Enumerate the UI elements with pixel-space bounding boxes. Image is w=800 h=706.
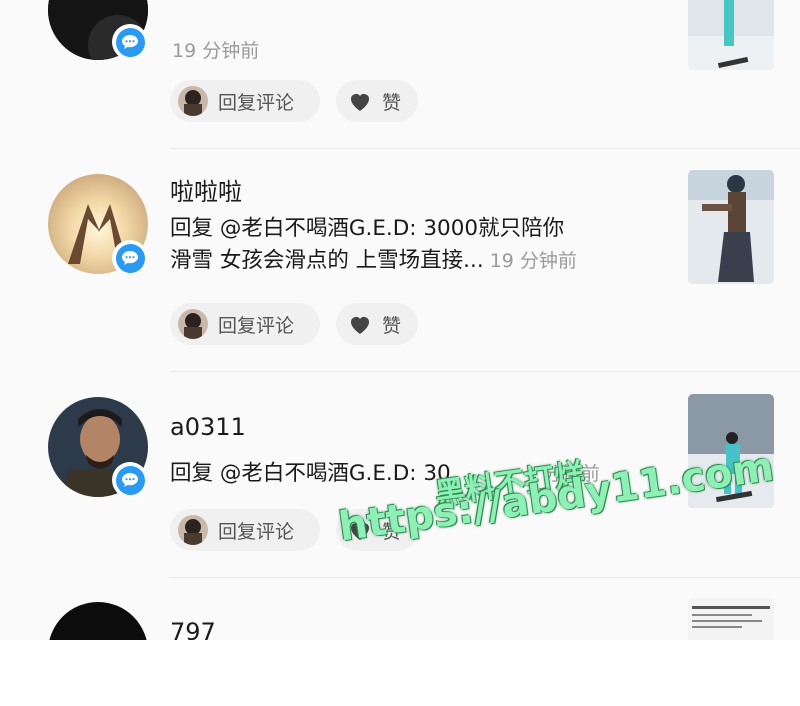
like-button[interactable]: 赞 (336, 303, 418, 345)
bottom-blank-area (0, 640, 800, 706)
comment-line: 回复 @老白不喝酒G.E.D: 3000就只陪你 (170, 216, 565, 241)
mini-avatar (178, 515, 208, 545)
comment-line: 滑雪 女孩会滑点的 上雪场直接... 19 分钟前 (170, 245, 670, 277)
message-badge (112, 240, 148, 276)
reply-comment-label: 回复评论 (218, 314, 295, 337)
comment-text[interactable]: 回复 @老白不喝酒G.E.D: 3000就只陪你 滑雪 女孩会滑点的 上雪场直接… (170, 213, 670, 277)
divider (170, 577, 800, 578)
chat-bubble-icon (122, 35, 138, 49)
reply-comment-button[interactable]: 回复评论 (170, 509, 320, 551)
video-thumbnail[interactable] (688, 598, 774, 640)
username[interactable]: 797 (170, 618, 216, 640)
comment-line-text: 滑雪 女孩会滑点的 上雪场直接... (170, 248, 484, 273)
reply-comment-label: 回复评论 (218, 91, 295, 114)
mini-avatar (178, 309, 208, 339)
comment-line-text: 回复 @老白不喝酒G.E.D: 30 (170, 461, 451, 486)
heart-icon (351, 94, 369, 111)
like-label: 赞 (382, 91, 402, 114)
mini-avatar (178, 86, 208, 116)
message-badge (112, 24, 148, 60)
video-thumbnail[interactable] (688, 0, 774, 70)
divider (170, 148, 800, 149)
chat-bubble-icon (122, 251, 138, 265)
message-badge (112, 462, 148, 498)
like-button[interactable]: 赞 (336, 80, 418, 122)
reply-comment-button[interactable]: 回复评论 (170, 303, 320, 345)
reply-comment-button[interactable]: 回复评论 (170, 80, 320, 122)
chat-bubble-icon (122, 473, 138, 487)
username[interactable]: 啦啦啦 (170, 172, 242, 207)
username[interactable]: a0311 (170, 413, 246, 441)
like-label: 赞 (382, 314, 402, 337)
divider (170, 371, 800, 372)
video-thumbnail[interactable] (688, 170, 774, 284)
comment-feed: 19 分钟前 回复评论 赞 啦啦啦 回复 @老白不喝酒G.E.D: 3000就只… (0, 0, 800, 640)
avatar[interactable] (48, 602, 148, 640)
reply-comment-label: 回复评论 (218, 520, 295, 543)
heart-icon (351, 317, 369, 334)
comment-time: 19 分钟前 (489, 250, 577, 272)
comment-time: 19 分钟前 (172, 40, 260, 62)
